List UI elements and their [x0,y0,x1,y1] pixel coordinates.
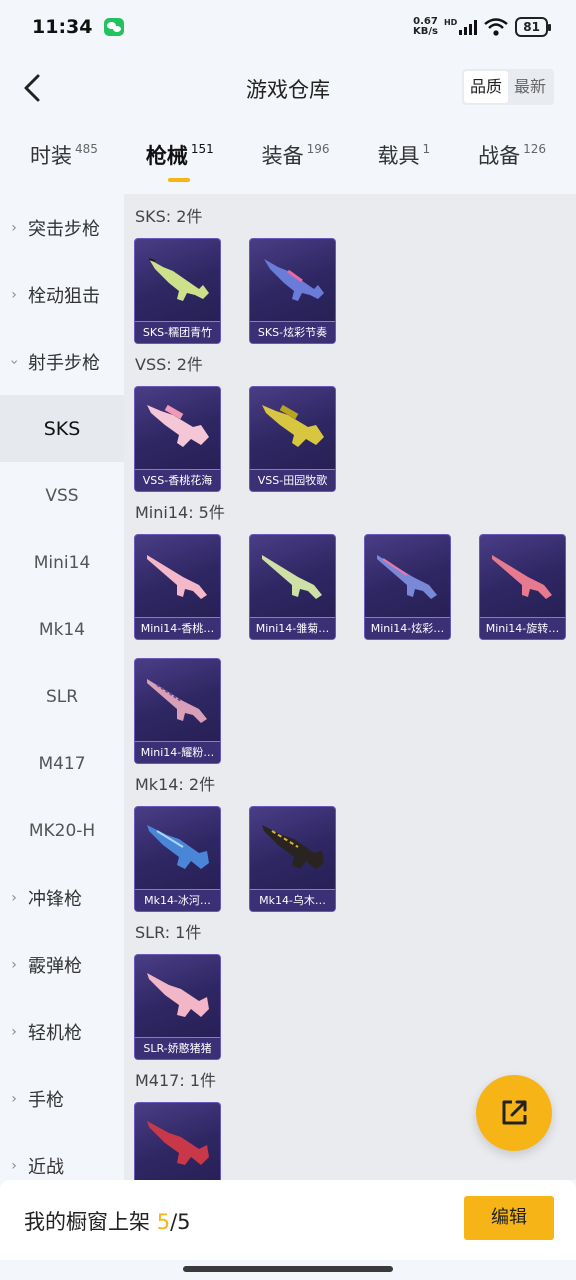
rifle-icon [262,825,324,869]
group-title-mk14: Mk14: 2件 [135,775,216,794]
rifle-icon [147,404,209,447]
wechat-icon [104,18,125,36]
group-grid-sks: SKS-糯团青竹 SKS-炫彩节奏 [134,238,576,344]
chevron-right-icon: › [11,219,17,236]
sidebar-item-m417[interactable]: M417 [0,730,124,797]
sidebar-item-lmg[interactable]: › 轻机枪 [0,998,124,1065]
sidebar-item-shotgun[interactable]: › 霰弹枪 [0,931,124,998]
rifle-icon [492,555,552,599]
sidebar-item-pistol[interactable]: › 手枪 [0,1065,124,1132]
home-indicator[interactable] [183,1266,393,1272]
chevron-right-icon: › [11,1157,17,1174]
category-tabs: 时装 485 枪械 151 装备 196 载具 1 战备 126 [0,140,576,190]
share-export-icon [502,1100,527,1125]
item-list: SKS: 2件 SKS-糯团青竹 SKS-炫彩节奏 VSS: 2件 VSS-香桃… [124,194,576,1180]
item-card[interactable]: SKS-糯团青竹 [134,238,221,344]
rifle-icon [262,404,324,447]
chevron-down-icon: › [6,358,22,365]
group-title-sks: SKS: 2件 [135,207,203,226]
item-card[interactable]: VSS-香桃花海 [134,386,221,492]
item-card[interactable]: Mini14-雏菊… [249,534,336,640]
chevron-right-icon: › [11,1090,17,1107]
rifle-icon [377,555,437,599]
rifle-icon [262,555,322,599]
item-card[interactable]: Mini14-耀粉… [134,658,221,764]
group-grid-mk14: Mk14-冰河… Mk14-乌木… [134,806,576,912]
network-speed: 0.67 KB/s [412,16,438,37]
chevron-right-icon: › [11,889,17,906]
item-card[interactable]: Mk14-乌木… [249,806,336,912]
rifle-icon [264,259,324,301]
status-time: 11:34 [32,16,93,38]
item-card[interactable]: SKS-炫彩节奏 [249,238,336,344]
rifle-icon [148,258,209,301]
item-card[interactable]: Mk14-冰河… [134,806,221,912]
header: 游戏仓库 品质 最新 [0,60,576,116]
share-button[interactable] [476,1075,552,1151]
sidebar-item-dmr[interactable]: › 射手步枪 [0,328,124,395]
item-card[interactable]: Mini14-炫彩… [364,534,451,640]
rifle-icon [147,679,207,723]
sidebar-item-assault-rifle[interactable]: › 突击步枪 [0,194,124,261]
wifi-icon [484,18,509,36]
item-card[interactable] [134,1102,221,1180]
group-grid-slr: SLR-娇憨猪猪 [134,954,576,1060]
group-title-slr: SLR: 1件 [135,923,202,942]
item-card[interactable]: SLR-娇憨猪猪 [134,954,221,1060]
tab-vehicles[interactable]: 载具 1 [378,140,431,190]
tab-supplies[interactable]: 战备 126 [478,140,546,190]
battery-indicator: 81 [515,17,551,37]
rifle-icon [147,1121,209,1165]
sidebar-item-mini14[interactable]: Mini14 [0,529,124,596]
sidebar-item-melee[interactable]: › 近战 [0,1132,124,1180]
tab-fashion[interactable]: 时装 485 [30,140,98,190]
sidebar-item-slr[interactable]: SLR [0,663,124,730]
sidebar-item-smg[interactable]: › 冲锋枪 [0,864,124,931]
status-bar: 11:34 0.67 KB/s HD 81 [0,0,576,54]
rifle-icon [147,555,207,599]
rifle-icon [147,825,209,869]
tab-weapons[interactable]: 枪械 151 [146,140,214,190]
item-card[interactable]: Mini14-旋转… [479,534,566,640]
sidebar-item-mk20h[interactable]: MK20-H [0,797,124,864]
sort-toggle: 品质 最新 [461,69,554,105]
chevron-right-icon: › [11,1023,17,1040]
sidebar-item-bolt-sniper[interactable]: › 栓动狙击 [0,261,124,328]
sidebar-item-mk14[interactable]: Mk14 [0,596,124,663]
chevron-right-icon: › [11,286,17,303]
chevron-right-icon: › [11,956,17,973]
bottom-bar: 我的橱窗上架 5/5 编辑 [0,1180,576,1260]
group-title-vss: VSS: 2件 [135,355,203,374]
tab-equipment[interactable]: 装备 196 [262,140,330,190]
showcase-status: 我的橱窗上架 5/5 [24,1210,191,1234]
sidebar: › 突击步枪 › 栓动狙击 › 射手步枪 SKS VSS Mini14 Mk14 SL… [0,194,124,1180]
sort-quality-button[interactable]: 品质 [463,71,508,103]
sidebar-item-sks[interactable]: SKS [0,395,124,462]
rifle-icon [147,973,209,1017]
sidebar-item-vss[interactable]: VSS [0,462,124,529]
item-card[interactable]: Mini14-香桃… [134,534,221,640]
group-title-mini14: Mini14: 5件 [135,503,225,522]
group-grid-mini14: Mini14-香桃… Mini14-雏菊… Mini14-炫彩… Mini14-… [134,534,576,764]
item-card[interactable]: VSS-田园牧歌 [249,386,336,492]
group-grid-vss: VSS-香桃花海 VSS-田园牧歌 [134,386,576,492]
sort-newest-button[interactable]: 最新 [508,71,552,103]
hd-indicator: HD [443,17,458,27]
signal-icon [459,19,478,35]
edit-button[interactable]: 编辑 [464,1196,554,1240]
